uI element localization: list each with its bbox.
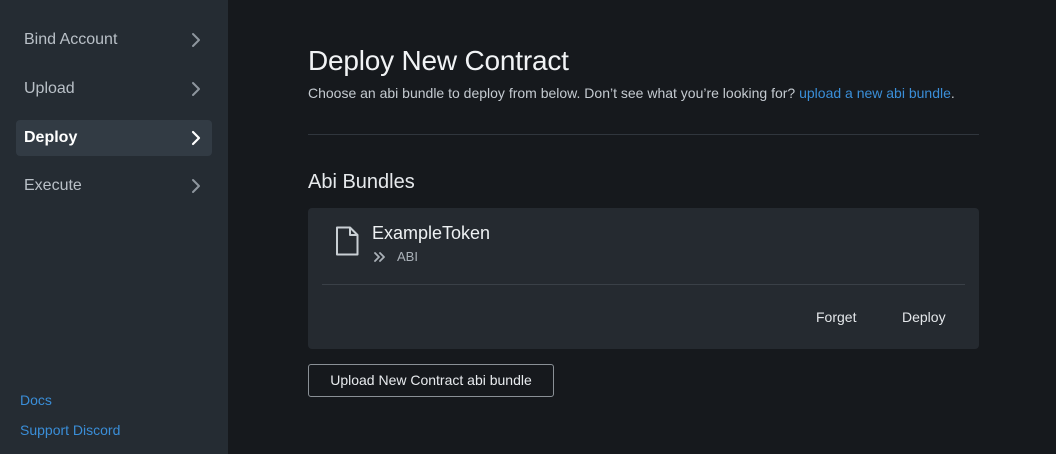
header-divider (308, 134, 979, 135)
subtitle-text: Choose an abi bundle to deploy from belo… (308, 85, 796, 101)
page-subtitle: Choose an abi bundle to deploy from belo… (308, 85, 955, 101)
app-window: Bind Account Upload Deploy Execute Docs … (0, 0, 1056, 454)
chevron-right-icon (192, 82, 200, 96)
upload-new-contract-button[interactable]: Upload New Contract abi bundle (308, 364, 554, 397)
docs-link[interactable]: Docs (20, 392, 52, 408)
sidebar-item-upload[interactable]: Upload (16, 71, 212, 107)
file-icon (336, 226, 359, 256)
chevron-right-icon (191, 130, 201, 146)
chevron-right-icon (192, 179, 200, 193)
card-divider (322, 284, 965, 285)
sidebar-item-execute[interactable]: Execute (16, 168, 212, 204)
sidebar-item-deploy[interactable]: Deploy (16, 120, 212, 156)
support-discord-link[interactable]: Support Discord (20, 422, 120, 438)
chevron-right-icon (192, 33, 200, 47)
sidebar-item-bind-account[interactable]: Bind Account (16, 22, 212, 58)
upload-new-abi-bundle-link[interactable]: upload a new abi bundle (799, 85, 951, 101)
double-chevron-right-icon (374, 252, 385, 262)
bundle-name: ExampleToken (372, 223, 491, 243)
sidebar: Bind Account Upload Deploy Execute Docs … (0, 0, 228, 454)
sidebar-item-label: Upload (24, 80, 75, 97)
abi-bundle-card: ExampleToken ABI Forget Deploy (308, 208, 979, 349)
sidebar-item-label: Execute (24, 177, 82, 194)
deploy-button[interactable]: Deploy (902, 309, 946, 325)
subtitle-end: . (950, 85, 955, 101)
bundle-type: ABI (397, 249, 418, 264)
section-title: Abi Bundles (308, 171, 415, 193)
sidebar-item-label: Bind Account (24, 31, 118, 48)
sidebar-item-label: Deploy (24, 129, 78, 146)
page-title: Deploy New Contract (308, 45, 569, 76)
forget-button[interactable]: Forget (816, 309, 856, 325)
